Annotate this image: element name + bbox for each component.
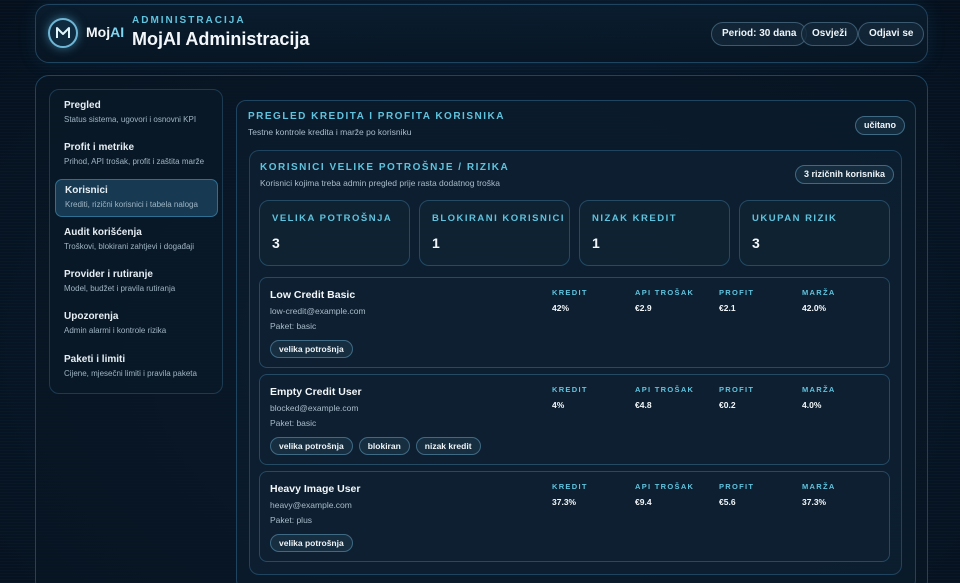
sidebar-item-description: Cijene, mjesečni limiti i pravila paketa [64,369,197,378]
user-tags: velika potrošnja blokiran nizak kredit [270,437,481,455]
metric-credit: KREDIT 4% [552,385,588,410]
stat-label: VELIKA POTROŠNJA [272,213,393,224]
sidebar-item-label: Pregled [64,100,101,111]
sidebar-item-description: Troškovi, blokirani zahtjevi i događaji [64,242,194,251]
tag-high-spend: velika potrošnja [270,534,353,552]
stat-label: BLOKIRANI KORISNICI [432,213,565,224]
user-name: Heavy Image User [270,483,361,495]
sidebar-item-description: Status sistema, ugovori i osnovni KPI [64,115,197,124]
metric-api-cost: API TROŠAK €4.8 [635,385,695,410]
metric-margin: MARŽA 37.3% [802,482,836,507]
sidebar-item-audit[interactable]: Audit korišćenja Troškovi, blokirani zah… [55,222,218,260]
logo-text: MojAI [86,24,125,40]
sidebar-item-korisnici[interactable]: Korisnici Krediti, rizični korisnici i t… [55,179,218,217]
sidebar-item-label: Provider i rutiranje [64,269,153,280]
refresh-button[interactable]: Osvježi [801,22,859,46]
risk-count-badge: 3 rizičnih korisnika [795,165,895,184]
section-title: KORISNICI VELIKE POTROŠNJE / RIZIKA [260,162,510,173]
stat-card-low-credit: NIZAK KREDIT 1 [579,200,730,266]
sidebar-item-profit[interactable]: Profit i metrike Prihod, API trošak, pro… [55,137,218,175]
sidebar-item-label: Profit i metrike [64,142,135,153]
sidebar-item-label: Paketi i limiti [64,354,126,365]
logo-icon [48,18,78,48]
user-email: heavy@example.com [270,500,352,510]
sidebar-item-label: Korisnici [65,185,108,196]
user-name: Empty Credit User [270,386,362,398]
metric-api-cost: API TROŠAK €2.9 [635,288,695,313]
logout-button[interactable]: Odjavi se [858,22,925,46]
metric-api-cost: API TROŠAK €9.4 [635,482,695,507]
tag-blocked: blokiran [358,437,410,455]
tag-low-credit: nizak kredit [415,437,481,455]
risk-user-card[interactable]: Low Credit Basic low-credit@example.com … [259,277,890,368]
stat-card-blocked: BLOKIRANI KORISNICI 1 [419,200,570,266]
metric-profit: PROFIT €0.2 [719,385,755,410]
sidebar-item-provider[interactable]: Provider i rutiranje Model, budžet i pra… [55,264,218,302]
page-title: MojAI Administracija [132,29,310,49]
panel-subtitle: Testne kontrole kredita i marže po koris… [248,127,412,137]
period-selector-button[interactable]: Period: 30 dana [711,22,808,46]
metric-margin: MARŽA 42.0% [802,288,836,313]
header-eyebrow: ADMINISTRACIJA [132,15,246,26]
sidebar-item-description: Krediti, rizični korisnici i tabela nalo… [65,200,198,209]
stat-value: 3 [752,235,760,251]
metric-profit: PROFIT €2.1 [719,288,755,313]
sidebar-item-description: Admin alarmi i kontrole rizika [64,326,167,335]
stat-value: 3 [272,235,280,251]
user-plan: Paket: basic [270,321,317,331]
stat-label: NIZAK KREDIT [592,213,678,224]
stat-card-high-spend: VELIKA POTROŠNJA 3 [259,200,410,266]
stat-value: 1 [592,235,600,251]
sidebar-item-label: Audit korišćenja [64,227,142,238]
user-plan: Paket: basic [270,418,317,428]
stat-card-total-risk: UKUPAN RIZIK 3 [739,200,890,266]
user-name: Low Credit Basic [270,289,356,301]
panel-title: PREGLED KREDITA I PROFITA KORISNIKA [248,111,505,122]
sidebar-item-paketi[interactable]: Paketi i limiti Cijene, mjesečni limiti … [55,349,218,387]
user-email: blocked@example.com [270,403,359,413]
user-tags: velika potrošnja [270,534,353,552]
sidebar-item-description: Prihod, API trošak, profit i zaštita mar… [64,157,205,166]
tag-high-spend: velika potrošnja [270,340,353,358]
stat-label: UKUPAN RIZIK [752,213,838,224]
tag-high-spend: velika potrošnja [270,437,353,455]
sidebar-item-upozorenja[interactable]: Upozorenja Admin alarmi i kontrole rizik… [55,306,218,344]
sidebar-item-pregled[interactable]: Pregled Status sistema, ugovori i osnovn… [55,95,218,133]
risk-user-card[interactable]: Empty Credit User blocked@example.com Pa… [259,374,890,465]
stat-value: 1 [432,235,440,251]
sidebar-item-label: Upozorenja [64,311,119,322]
metric-credit: KREDIT 37.3% [552,482,588,507]
metric-credit: KREDIT 42% [552,288,588,313]
app-header: MojAI ADMINISTRACIJA MojAI Administracij… [35,4,928,63]
sidebar-item-description: Model, budžet i pravila rutiranja [64,284,176,293]
metric-margin: MARŽA 4.0% [802,385,836,410]
user-plan: Paket: plus [270,515,313,525]
sidebar-nav: Pregled Status sistema, ugovori i osnovn… [49,89,223,394]
section-subtitle: Korisnici kojima treba admin pregled pri… [260,178,501,188]
user-tags: velika potrošnja [270,340,353,358]
risk-user-card[interactable]: Heavy Image User heavy@example.com Paket… [259,471,890,562]
user-email: low-credit@example.com [270,306,366,316]
status-badge: učitano [855,116,906,135]
metric-profit: PROFIT €5.6 [719,482,755,507]
